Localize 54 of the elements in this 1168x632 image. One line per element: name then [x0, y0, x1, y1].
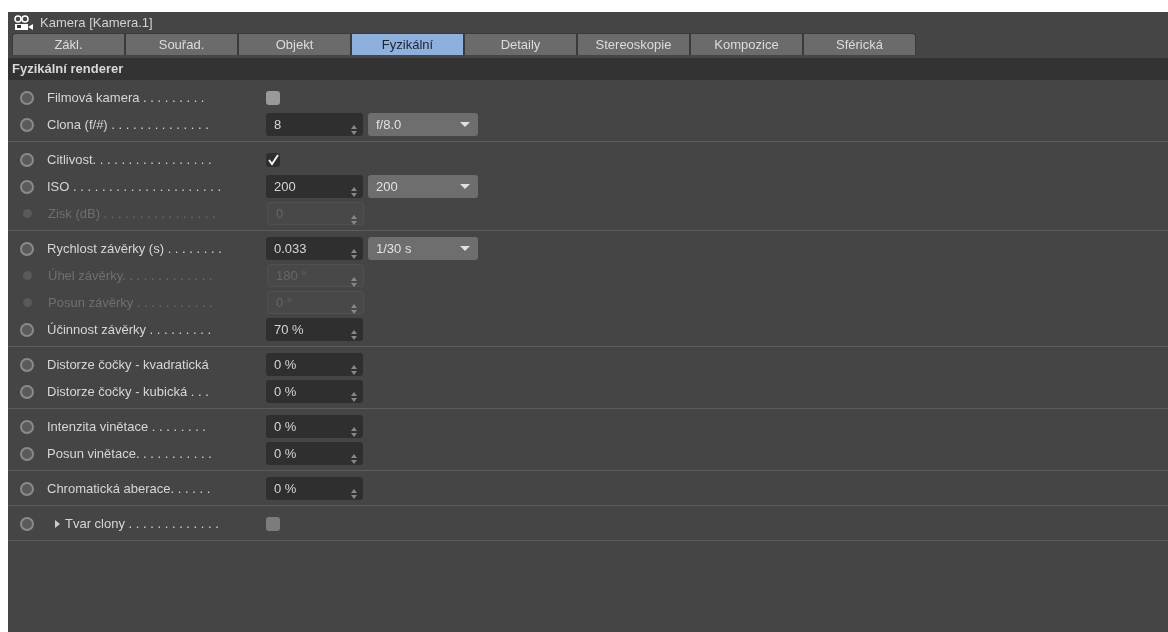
field-label: Distorze čočky - kubická . . .	[47, 382, 209, 401]
expand-arrow-icon[interactable]	[55, 519, 60, 528]
field-label: Intenzita vinětace . . . . . . . .	[47, 417, 206, 436]
checkbox[interactable]	[266, 516, 280, 531]
radio-button[interactable]	[20, 516, 34, 531]
field-label: Filmová kamera . . . . . . . . .	[47, 88, 205, 107]
field-label: Účinnost závěrky . . . . . . . . .	[47, 320, 211, 339]
dropdown[interactable]: 1/30 s	[368, 237, 478, 260]
field-label: Tvar clony . . . . . . . . . . . . .	[65, 514, 219, 533]
number-field[interactable]: 70 %	[266, 318, 363, 341]
caret-icon	[460, 245, 470, 252]
checkbox[interactable]	[266, 90, 280, 105]
section-header: Fyzikální renderer	[8, 58, 1168, 80]
caret-icon	[460, 121, 470, 128]
field-label: Chromatická aberace. . . . . .	[47, 479, 211, 498]
field-label: Distorze čočky - kvadratická	[47, 355, 209, 374]
radio-button[interactable]	[20, 179, 34, 194]
tab[interactable]: Zákl.	[12, 33, 125, 55]
tab[interactable]: Objekt	[238, 33, 351, 55]
dropdown[interactable]: f/8.0	[368, 113, 478, 136]
radio-button[interactable]	[20, 322, 34, 337]
tab[interactable]: Souřad.	[125, 33, 238, 55]
tab[interactable]: Kompozice	[690, 33, 803, 55]
number-field[interactable]: 0 %	[266, 442, 363, 465]
number-field[interactable]: 0 %	[266, 415, 363, 438]
radio-button[interactable]	[20, 419, 34, 434]
radio-button[interactable]	[20, 152, 34, 167]
field-label: Rychlost závěrky (s) . . . . . . . .	[47, 239, 222, 258]
tab[interactable]: Fyzikální	[351, 33, 464, 55]
checkbox[interactable]	[266, 152, 280, 167]
caret-icon	[460, 183, 470, 190]
radio-button[interactable]	[20, 481, 34, 496]
field-label: Citlivost. . . . . . . . . . . . . . . . .	[47, 150, 212, 169]
field-label: Posun vinětace. . . . . . . . . . .	[47, 444, 212, 463]
radio-button[interactable]	[20, 90, 34, 105]
number-field[interactable]: 0 %	[266, 353, 363, 376]
tab[interactable]: Detaily	[464, 33, 577, 55]
number-field[interactable]: 200	[266, 175, 363, 198]
radio-button[interactable]	[20, 117, 34, 132]
radio-button[interactable]	[20, 446, 34, 461]
number-field[interactable]: 0 %	[266, 380, 363, 403]
field-label: Clona (f/#) . . . . . . . . . . . . . .	[47, 115, 209, 134]
number-field[interactable]: 0.033	[266, 237, 363, 260]
field-label: ISO . . . . . . . . . . . . . . . . . . . . .	[47, 177, 222, 196]
camera-icon	[14, 14, 34, 31]
radio-button[interactable]	[20, 357, 34, 372]
tab[interactable]: Stereoskopie	[577, 33, 690, 55]
number-field[interactable]: 8	[266, 113, 363, 136]
tab[interactable]: Sférická	[803, 33, 916, 55]
window-title: Kamera [Kamera.1]	[40, 13, 153, 32]
number-field[interactable]: 0 %	[266, 477, 363, 500]
dropdown[interactable]: 200	[368, 175, 478, 198]
radio-button[interactable]	[20, 241, 34, 256]
radio-button[interactable]	[20, 384, 34, 399]
